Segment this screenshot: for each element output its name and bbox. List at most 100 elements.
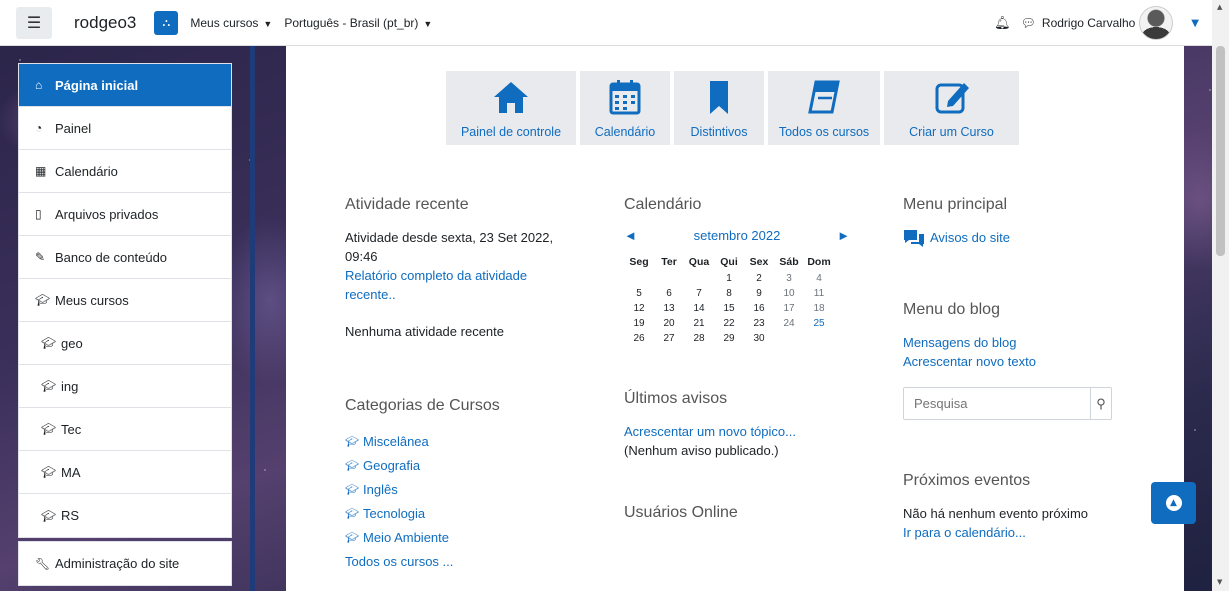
category-link[interactable]: 🎓︎ Miscelânea bbox=[345, 429, 575, 453]
user-name[interactable]: Rodrigo Carvalho bbox=[1042, 16, 1135, 30]
language-menu[interactable]: Português - Brasil (pt_br) ▼ bbox=[284, 16, 432, 30]
main-content: Painel de controle Calendário Distintivo… bbox=[286, 46, 1184, 591]
blog-search-input[interactable] bbox=[904, 388, 1090, 419]
site-news-link[interactable]: Avisos do site bbox=[903, 228, 1133, 247]
avatar[interactable] bbox=[1139, 6, 1174, 40]
calendar-day[interactable]: 29 bbox=[714, 331, 744, 346]
calendar-day[interactable]: 23 bbox=[744, 316, 774, 331]
go-to-calendar-link[interactable]: Ir para o calendário... bbox=[903, 523, 1133, 542]
calendar-day[interactable]: 9 bbox=[744, 286, 774, 301]
nav-item-my-courses[interactable]: 🎓︎ Meus cursos bbox=[19, 279, 231, 322]
chat-icon[interactable]: 💬︎ bbox=[1021, 16, 1036, 30]
bookmark-icon bbox=[710, 81, 728, 114]
block-title: Categorias de Cursos bbox=[345, 397, 500, 414]
calendar-day[interactable]: 25 bbox=[804, 316, 834, 331]
tile-all-courses[interactable]: Todos os cursos bbox=[768, 71, 880, 145]
calendar-month[interactable]: setembro 2022 bbox=[694, 228, 781, 243]
calendar-day[interactable]: 20 bbox=[654, 316, 684, 331]
calendar-day[interactable]: 24 bbox=[774, 316, 804, 331]
drawer-toggle-button[interactable]: ☰ bbox=[16, 6, 52, 39]
calendar-day[interactable]: 22 bbox=[714, 316, 744, 331]
calendar-day bbox=[654, 271, 684, 286]
add-topic-link[interactable]: Acrescentar um novo tópico... bbox=[624, 422, 864, 441]
blog-search-button[interactable]: ⚲ bbox=[1090, 388, 1111, 419]
file-icon: ▯ bbox=[35, 207, 42, 221]
add-blog-entry-link[interactable]: Acrescentar novo texto bbox=[903, 352, 1133, 371]
blog-posts-link[interactable]: Mensagens do blog bbox=[903, 333, 1133, 352]
calendar-day[interactable]: 15 bbox=[714, 301, 744, 316]
calendar-day[interactable]: 21 bbox=[684, 316, 714, 331]
calendar-day[interactable]: 4 bbox=[804, 271, 834, 286]
calendar-week: 19 20 21 22 23 24 25 bbox=[624, 316, 834, 331]
calendar-day bbox=[684, 271, 714, 286]
home-icon bbox=[494, 82, 528, 113]
nav-item-private-files[interactable]: ▯ Arquivos privados bbox=[19, 193, 231, 236]
scroll-up-arrow-icon[interactable]: ▲ bbox=[1217, 3, 1222, 11]
nav-item-calendar[interactable]: ▦ Calendário bbox=[19, 150, 231, 193]
calendar-day[interactable]: 13 bbox=[654, 301, 684, 316]
calendar-day[interactable]: 11 bbox=[804, 286, 834, 301]
scroll-down-arrow-icon[interactable]: ▼ bbox=[1217, 578, 1222, 586]
site-name[interactable]: rodgeo3 bbox=[74, 13, 136, 33]
nav-item-content-bank[interactable]: ✎ Banco de conteúdo bbox=[19, 236, 231, 279]
category-label: Geografia bbox=[363, 457, 421, 473]
calendar-day[interactable]: 12 bbox=[624, 301, 654, 316]
back-to-top-button[interactable]: ▲ bbox=[1151, 482, 1196, 524]
category-label: Inglês bbox=[363, 481, 398, 497]
nav-item-course-geo[interactable]: 🎓︎ geo bbox=[19, 322, 231, 365]
calendar-next-button[interactable]: ► bbox=[837, 228, 850, 243]
calendar-day[interactable]: 8 bbox=[714, 286, 744, 301]
block-title: Menu do blog bbox=[903, 301, 1000, 318]
news-none: (Nenhum aviso publicado.) bbox=[624, 443, 779, 458]
calendar-day[interactable]: 1 bbox=[714, 271, 744, 286]
nav-item-label: Meus cursos bbox=[55, 292, 129, 308]
nav-item-course-ing[interactable]: 🎓︎ ing bbox=[19, 365, 231, 408]
nav-item-site-admin[interactable]: 🔧︎ Administração do site bbox=[19, 542, 231, 585]
nav-item-dashboard[interactable]: ◔ Painel bbox=[19, 107, 231, 150]
graduation-cap-icon: 🎓︎ bbox=[35, 293, 51, 307]
my-courses-menu[interactable]: Meus cursos ▼ bbox=[190, 16, 272, 30]
calendar-block: Calendário ◄ setembro 2022 ► Seg Ter Qua Qu… bbox=[624, 196, 864, 346]
calendar-day[interactable]: 6 bbox=[654, 286, 684, 301]
calendar-day[interactable]: 27 bbox=[654, 331, 684, 346]
calendar-icon: ▦ bbox=[35, 164, 47, 178]
all-courses-link[interactable]: Todos os cursos ... bbox=[345, 549, 575, 573]
tile-create-course[interactable]: Criar um Curso bbox=[884, 71, 1019, 145]
tile-badges[interactable]: Distintivos bbox=[674, 71, 764, 145]
scrollbar-thumb[interactable] bbox=[1216, 46, 1225, 256]
calendar-day[interactable]: 14 bbox=[684, 301, 714, 316]
tile-dashboard[interactable]: Painel de controle bbox=[446, 71, 576, 145]
nav-item-course-tec[interactable]: 🎓︎ Tec bbox=[19, 408, 231, 451]
page-scrollbar[interactable]: ▲ ▼ bbox=[1212, 0, 1229, 591]
calendar-day[interactable]: 3 bbox=[774, 271, 804, 286]
calendar-day[interactable]: 7 bbox=[684, 286, 714, 301]
sitemap-button[interactable]: ⛬ bbox=[154, 10, 179, 35]
calendar-day[interactable]: 28 bbox=[684, 331, 714, 346]
calendar-day[interactable]: 10 bbox=[774, 286, 804, 301]
nav-item-label: geo bbox=[61, 335, 83, 351]
calendar-day[interactable]: 17 bbox=[774, 301, 804, 316]
calendar-day[interactable]: 16 bbox=[744, 301, 774, 316]
calendar-day[interactable]: 18 bbox=[804, 301, 834, 316]
nav-item-course-rs[interactable]: 🎓︎ RS bbox=[19, 494, 231, 537]
recent-since-line1: Atividade desde sexta, 23 Set 2022, bbox=[345, 230, 554, 245]
calendar-day[interactable]: 5 bbox=[624, 286, 654, 301]
category-link[interactable]: 🎓︎ Meio Ambiente bbox=[345, 525, 575, 549]
calendar-prev-button[interactable]: ◄ bbox=[624, 228, 637, 243]
top-navbar: ☰ rodgeo3 ⛬ Meus cursos ▼ Português - Bra… bbox=[0, 0, 1229, 46]
nav-item-home[interactable]: ⌂ Página inicial bbox=[19, 64, 231, 107]
nav-item-course-ma[interactable]: 🎓︎ MA bbox=[19, 451, 231, 494]
category-link[interactable]: 🎓︎ Geografia bbox=[345, 453, 575, 477]
category-link[interactable]: 🎓︎ Tecnologia bbox=[345, 501, 575, 525]
category-link[interactable]: 🎓︎ Inglês bbox=[345, 477, 575, 501]
tile-calendar[interactable]: Calendário bbox=[580, 71, 670, 145]
calendar-week: 1234 bbox=[624, 271, 834, 286]
bell-icon[interactable]: 🔔︎ bbox=[994, 16, 1011, 31]
recent-activity-report-link[interactable]: Relatório completo da atividade recente.… bbox=[345, 266, 575, 304]
calendar-day[interactable]: 19 bbox=[624, 316, 654, 331]
forum-icon bbox=[904, 229, 924, 247]
user-menu-caret-icon[interactable]: ▼ bbox=[1191, 18, 1199, 29]
calendar-day[interactable]: 26 bbox=[624, 331, 654, 346]
calendar-day[interactable]: 30 bbox=[744, 331, 774, 346]
calendar-day[interactable]: 2 bbox=[744, 271, 774, 286]
